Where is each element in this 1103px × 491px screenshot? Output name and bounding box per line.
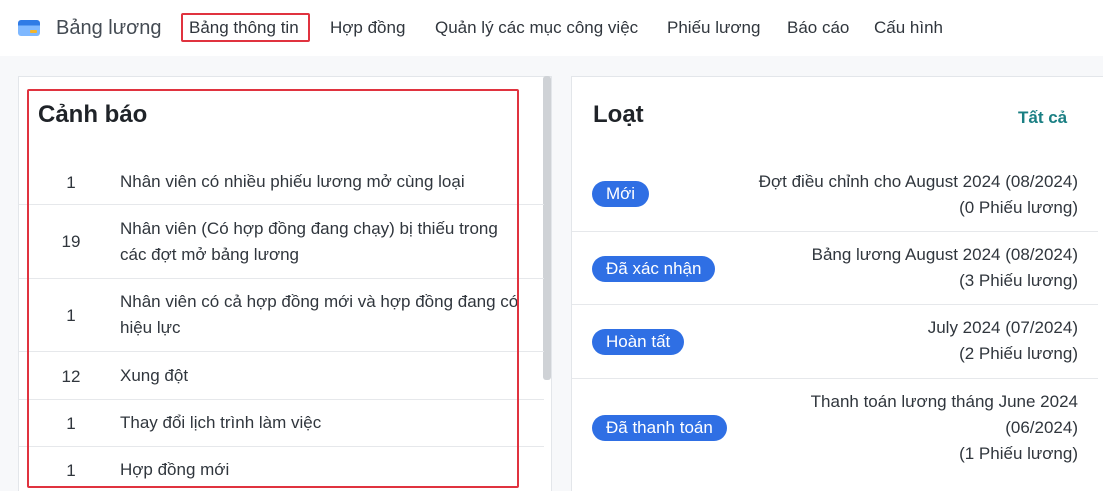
warning-count: 1 <box>66 173 76 192</box>
status-badge[interactable]: Mới <box>592 181 650 207</box>
warning-text: Nhân viên có nhiều phiếu lương mở cùng l… <box>120 172 465 191</box>
warning-count: 12 <box>61 367 81 386</box>
batch-row[interactable]: Hoàn tất July 2024 (07/2024) (2 Phiếu lư… <box>572 305 1098 379</box>
warning-text: Xung đột <box>120 366 189 385</box>
status-badge[interactable]: Đã xác nhận <box>592 256 716 282</box>
top-navbar: Bảng lương Bảng thông tin Hợp đồng Quản … <box>0 0 1103 56</box>
warning-text: Thay đổi lịch trình làm việc <box>120 413 322 432</box>
batch-name: Đợt điều chỉnh cho August 2024 (08/2024) <box>758 172 1078 191</box>
see-all-link[interactable]: Tất cả <box>1018 108 1067 128</box>
status-badge[interactable]: Hoàn tất <box>592 329 685 355</box>
warning-row[interactable]: 19 Nhân viên (Có hợp đồng đang chạy) bị … <box>19 205 544 279</box>
warnings-title: Cảnh báo <box>38 101 148 128</box>
payroll-app-icon[interactable] <box>18 20 40 36</box>
warning-count: 19 <box>61 232 81 251</box>
active-nav-highlight <box>181 13 310 42</box>
nav-item-reports[interactable]: Báo cáo <box>787 18 849 38</box>
batch-name: Thanh toán lương tháng June 2024 (06/202… <box>810 392 1078 437</box>
batch-row[interactable]: Đã thanh toán Thanh toán lương tháng Jun… <box>572 379 1098 491</box>
batch-row[interactable]: Đã xác nhận Bảng lương August 2024 (08/2… <box>572 232 1098 305</box>
warning-text: Hợp đồng mới <box>120 460 230 479</box>
batch-payslip-count: (0 Phiếu lương) <box>959 198 1078 217</box>
scrollbar[interactable] <box>543 76 551 380</box>
batch-payslip-count: (1 Phiếu lương) <box>959 444 1078 463</box>
warning-count: 1 <box>66 306 76 325</box>
status-badge[interactable]: Đã thanh toán <box>592 415 727 441</box>
batch-info: Thanh toán lương tháng June 2024 (06/202… <box>788 389 1078 467</box>
warning-row[interactable]: 12 Xung đột <box>19 352 544 400</box>
batch-info: July 2024 (07/2024) (2 Phiếu lương) <box>758 315 1078 367</box>
warning-row[interactable]: 1 Thay đổi lịch trình làm việc <box>19 400 544 447</box>
warning-row[interactable]: 1 Nhân viên có nhiều phiếu lương mở cùng… <box>19 158 544 205</box>
batch-name: July 2024 (07/2024) <box>927 318 1078 337</box>
batch-payslip-count: (2 Phiếu lương) <box>959 344 1078 363</box>
batch-row[interactable]: Mới Đợt điều chỉnh cho August 2024 (08/2… <box>572 158 1098 232</box>
nav-item-work-entries[interactable]: Quản lý các mục công việc <box>435 18 638 38</box>
warning-count: 1 <box>66 414 76 433</box>
batch-payslip-count: (3 Phiếu lương) <box>959 271 1078 290</box>
batch-info: Đợt điều chỉnh cho August 2024 (08/2024)… <box>758 169 1078 221</box>
warning-row[interactable]: 1 Nhân viên có cả hợp đồng mới và hợp đồ… <box>19 279 544 352</box>
nav-item-payslips[interactable]: Phiếu lương <box>667 18 760 38</box>
warning-text: Nhân viên (Có hợp đồng đang chạy) bị thi… <box>120 219 498 264</box>
batches-title: Loạt <box>593 101 644 128</box>
warning-text: Nhân viên có cả hợp đồng mới và hợp đồng… <box>120 292 519 337</box>
batch-name: Bảng lương August 2024 (08/2024) <box>811 245 1078 264</box>
batch-info: Bảng lương August 2024 (08/2024) (3 Phiế… <box>758 242 1078 294</box>
nav-item-configuration[interactable]: Cấu hình <box>874 18 943 38</box>
app-title[interactable]: Bảng lương <box>56 16 161 40</box>
warning-row[interactable]: 1 Hợp đồng mới <box>19 447 544 491</box>
warning-count: 1 <box>66 461 76 480</box>
nav-item-contracts[interactable]: Hợp đồng <box>330 18 405 38</box>
